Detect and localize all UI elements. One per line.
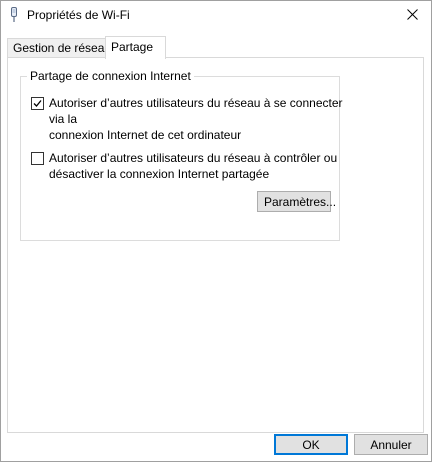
allow-connect-label-line2: connexion Internet de cet ordinateur — [49, 128, 242, 142]
allow-connect-label: Autoriser d’autres utilisateurs du résea… — [49, 95, 344, 143]
allow-control-label: Autoriser d’autres utilisateurs du résea… — [49, 150, 344, 182]
sharing-tab-panel: Partage de connexion Internet Autoriser … — [7, 57, 424, 433]
allow-connect-checkbox[interactable] — [31, 97, 44, 110]
window-title: Propriétés de Wi-Fi — [27, 8, 130, 22]
allow-connect-label-line1: Autoriser d’autres utilisateurs du résea… — [49, 96, 343, 126]
ok-button[interactable]: OK — [274, 434, 348, 455]
allow-control-checkbox[interactable] — [31, 152, 44, 165]
tab-gestion-de-reseau[interactable]: Gestion de réseau — [7, 38, 111, 58]
close-icon — [406, 9, 418, 23]
title-bar: Propriétés de Wi-Fi — [1, 1, 431, 31]
allow-control-label-line1: Autoriser d’autres utilisateurs du résea… — [49, 151, 338, 165]
internet-connection-sharing-group: Partage de connexion Internet Autoriser … — [20, 69, 343, 241]
settings-button[interactable]: Paramètres... — [257, 191, 336, 212]
allow-control-label-line2: désactiver la connexion Internet partagé… — [49, 167, 270, 181]
close-button[interactable] — [393, 1, 431, 31]
wifi-properties-dialog: Propriétés de Wi-Fi Gestion de réseau Pa… — [0, 0, 432, 462]
tab-partage[interactable]: Partage — [105, 36, 166, 59]
wifi-adapter-icon — [9, 7, 19, 23]
cancel-button[interactable]: Annuler — [354, 434, 428, 455]
group-title: Partage de connexion Internet — [27, 69, 194, 83]
